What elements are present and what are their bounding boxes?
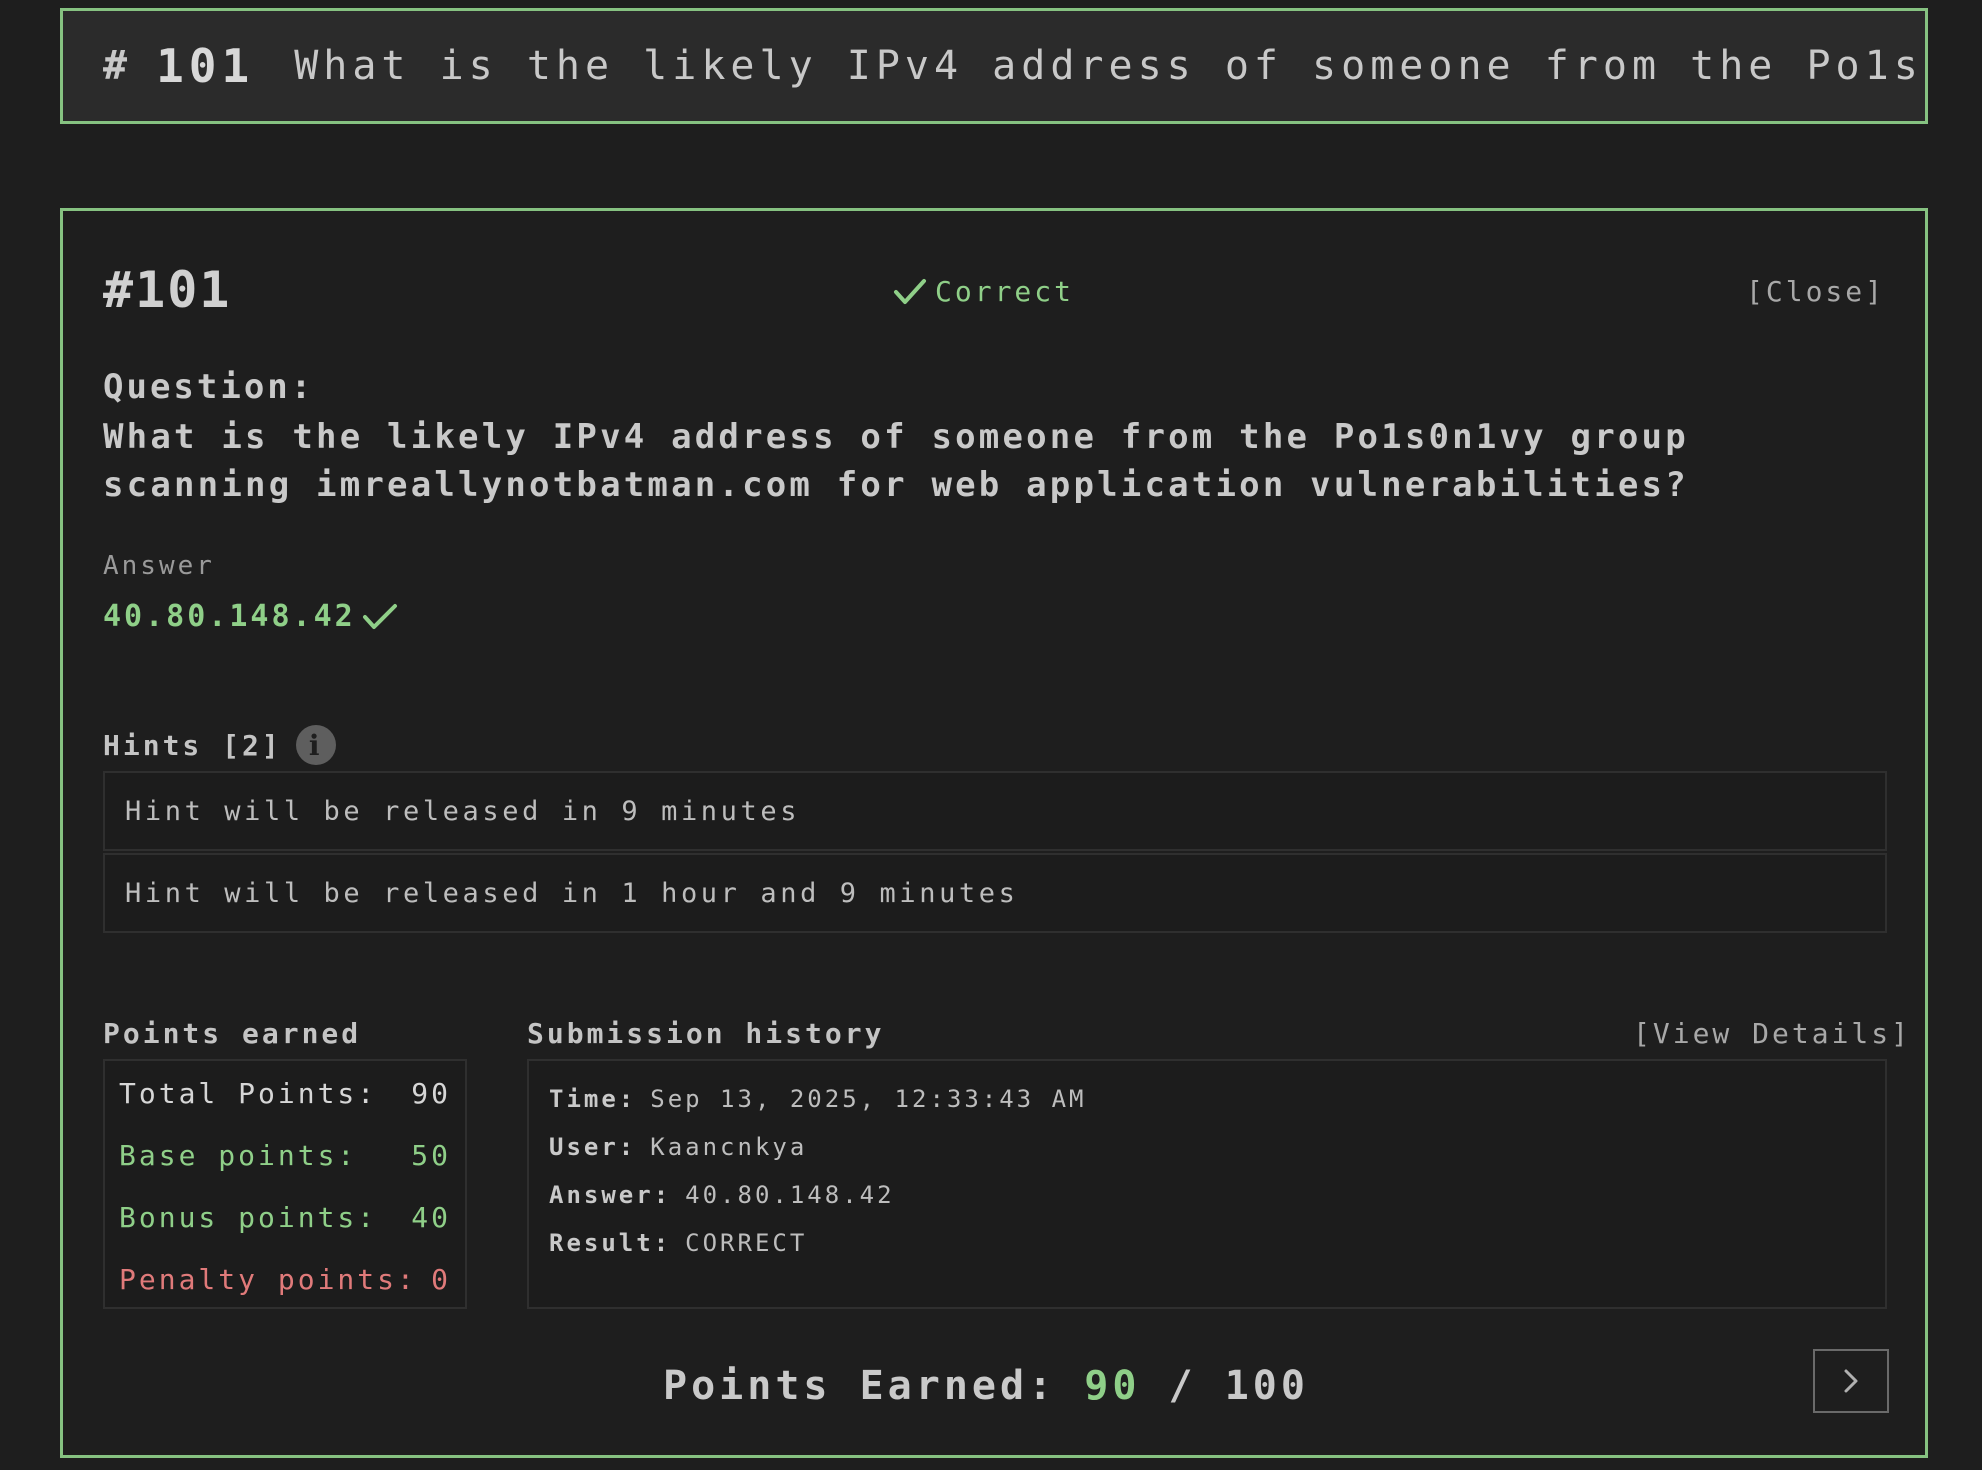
question-text: What is the likely IPv4 address of someo…: [103, 417, 1689, 505]
hints-header: Hints [2] i: [103, 725, 336, 765]
points-separator: /: [1168, 1363, 1197, 1409]
answer-value: 40.80.148.42: [103, 599, 398, 634]
status-correct: Correct: [893, 275, 1074, 308]
points-earned-label: Points earned: [103, 1017, 362, 1050]
penalty-points-row: Penalty points: 0: [119, 1263, 451, 1296]
hint-item-2[interactable]: Hint will be released in 1 hour and 9 mi…: [103, 853, 1887, 933]
checkmark-icon: [894, 278, 926, 304]
submission-user-label: User:: [549, 1133, 637, 1161]
penalty-points-label: Penalty points:: [119, 1263, 417, 1296]
header-question-preview: What is the likely IPv4 address of someo…: [294, 43, 1928, 89]
points-earned-value: 90: [1084, 1363, 1141, 1409]
points-earned-summary-label: Points Earned:: [663, 1363, 1057, 1409]
challenge-header-strip[interactable]: # 101 What is the likely IPv4 address of…: [60, 8, 1928, 124]
submission-time-value: Sep 13, 2025, 12:33:43 AM: [650, 1085, 1087, 1113]
hints-label: Hints [2]: [103, 728, 282, 762]
total-points-row: Total Points: 90: [119, 1077, 451, 1110]
close-button[interactable]: [Close]: [1746, 275, 1885, 308]
submission-user-row: User: Kaancnkya: [549, 1133, 807, 1161]
penalty-points-value: 0: [431, 1263, 451, 1296]
submission-answer-row: Answer: 40.80.148.42: [549, 1181, 895, 1209]
chevron-right-icon: [1844, 1369, 1858, 1393]
submission-result-value: CORRECT: [685, 1229, 808, 1257]
challenge-detail-panel: #101 Correct [Close] Question: What is t…: [60, 208, 1928, 1458]
submission-result-row: Result: CORRECT: [549, 1229, 807, 1257]
base-points-label: Base points:: [119, 1139, 358, 1172]
question-label: Question:: [103, 367, 315, 407]
submission-time-label: Time:: [549, 1085, 637, 1113]
bonus-points-label: Bonus points:: [119, 1201, 378, 1234]
panel-title: #101: [103, 261, 232, 319]
submission-user-value: Kaancnkya: [650, 1133, 808, 1161]
bonus-points-row: Bonus points: 40: [119, 1201, 451, 1234]
submission-answer-value: 40.80.148.42: [685, 1181, 895, 1209]
hint-item-1[interactable]: Hint will be released in 9 minutes: [103, 771, 1887, 851]
submission-time-row: Time: Sep 13, 2025, 12:33:43 AM: [549, 1085, 1086, 1113]
header-hash: #: [103, 43, 133, 89]
points-earned-box: Total Points: 90 Base points: 50 Bonus p…: [103, 1059, 467, 1309]
bonus-points-value: 40: [411, 1201, 451, 1234]
header-challenge-number: 101: [156, 39, 255, 93]
info-icon[interactable]: i: [295, 725, 336, 765]
base-points-value: 50: [411, 1139, 451, 1172]
submission-history-label: Submission history: [527, 1017, 885, 1050]
checkmark-icon: [362, 603, 397, 629]
status-label: Correct: [935, 275, 1075, 308]
answer-label: Answer: [103, 551, 215, 581]
hint-text: Hint will be released in 1 hour and 9 mi…: [125, 877, 1019, 909]
base-points-row: Base points: 50: [119, 1139, 451, 1172]
total-points-label: Total Points:: [119, 1077, 378, 1110]
hint-text: Hint will be released in 9 minutes: [125, 795, 801, 827]
answer-text: 40.80.148.42: [103, 599, 356, 634]
view-details-link[interactable]: [View Details]: [1633, 1017, 1911, 1050]
total-points-value: 90: [411, 1077, 451, 1110]
submission-result-label: Result:: [549, 1229, 672, 1257]
points-earned-summary: Points Earned: 90 / 100: [663, 1363, 1309, 1409]
points-max-value: 100: [1224, 1363, 1309, 1409]
submission-answer-label: Answer:: [549, 1181, 672, 1209]
submission-history-box: Time: Sep 13, 2025, 12:33:43 AM User: Kaan…: [527, 1059, 1887, 1309]
next-button[interactable]: [1813, 1349, 1889, 1413]
